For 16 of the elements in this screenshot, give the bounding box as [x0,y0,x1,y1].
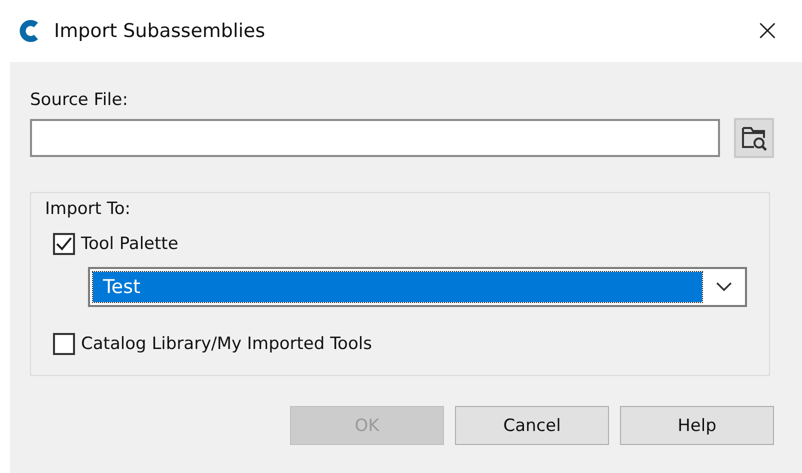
caret-icon [716,282,732,292]
tool-palette-label: Tool Palette [81,234,178,254]
source-file-field[interactable] [30,119,720,157]
folder-search-icon [740,124,768,152]
window-title: Import Subassemblies [54,20,266,42]
dialog-button[interactable]: Cancel [455,406,609,445]
app-logo-icon [18,19,40,43]
source-file-label: Source File: [30,90,128,110]
catalog-library-label: Catalog Library/My Imported Tools [81,334,372,354]
checkbox[interactable] [53,333,75,355]
browse-button[interactable] [734,118,774,158]
close-button[interactable]: × [750,16,784,46]
import-to-label: Import To: [45,199,130,219]
palette-dropdown[interactable]: Test [88,267,747,307]
dialog-button[interactable]: Help [620,406,774,445]
checkbox[interactable] [53,233,75,255]
